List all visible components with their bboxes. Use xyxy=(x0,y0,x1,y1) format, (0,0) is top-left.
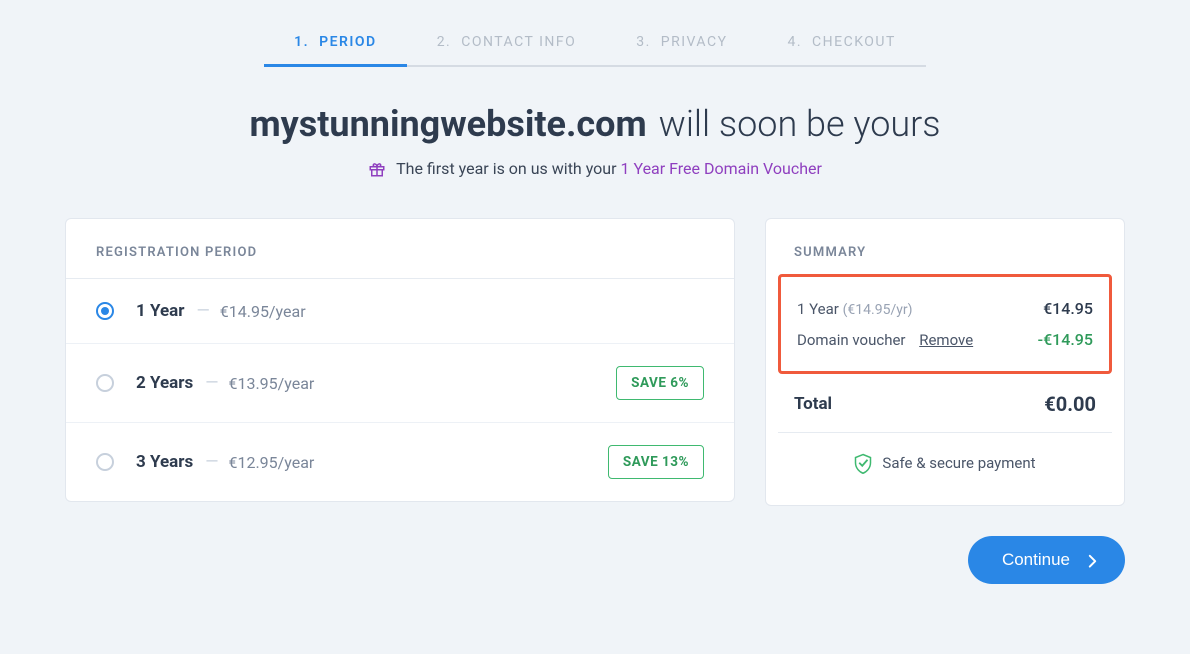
dash-icon: — xyxy=(205,373,218,393)
step-label: CONTACT INFO xyxy=(461,34,576,50)
step-period[interactable]: 1. PERIOD xyxy=(264,24,407,67)
summary-line-label: Domain voucher xyxy=(797,331,906,349)
period-label: 1 Year xyxy=(136,301,184,321)
step-num: 1. xyxy=(294,34,309,50)
registration-period-header: REGISTRATION PERIOD xyxy=(66,219,734,279)
step-label: CHECKOUT xyxy=(812,34,896,50)
step-num: 3. xyxy=(636,34,651,50)
remove-voucher-link[interactable]: Remove xyxy=(919,331,973,349)
step-label: PRIVACY xyxy=(661,34,728,50)
summary-line-label: 1 Year xyxy=(797,300,839,318)
step-contact-info[interactable]: 2. CONTACT INFO xyxy=(407,24,607,67)
summary-line-sub: (€14.95/yr) xyxy=(843,302,913,318)
voucher-link[interactable]: 1 Year Free Domain Voucher xyxy=(621,159,822,178)
radio-selected-icon xyxy=(96,302,114,320)
summary-highlight-box: 1 Year (€14.95/yr) €14.95 Domain voucher… xyxy=(778,274,1112,374)
summary-line-amount: €14.95 xyxy=(1043,299,1093,318)
continue-button[interactable]: Continue xyxy=(968,536,1125,584)
period-price: €14.95/year xyxy=(220,302,306,321)
period-option-3-years[interactable]: 3 Years — €12.95/year SAVE 13% xyxy=(66,423,734,501)
period-option-1-year[interactable]: 1 Year — €14.95/year xyxy=(66,279,734,344)
step-num: 4. xyxy=(788,34,803,50)
radio-unselected-icon xyxy=(96,453,114,471)
heading-suffix: will soon be yours xyxy=(659,103,941,145)
registration-period-title: REGISTRATION PERIOD xyxy=(96,245,704,260)
dash-icon: — xyxy=(196,301,209,321)
subheading: The first year is on us with your 1 Year… xyxy=(65,159,1125,178)
radio-unselected-icon xyxy=(96,374,114,392)
secure-payment-text: Safe & secure payment xyxy=(882,454,1035,472)
save-badge: SAVE 6% xyxy=(616,366,704,400)
summary-card: SUMMARY 1 Year (€14.95/yr) €14.95 xyxy=(765,218,1125,506)
save-badge: SAVE 13% xyxy=(608,445,704,479)
step-label: PERIOD xyxy=(319,34,377,50)
period-label: 2 Years xyxy=(136,373,193,393)
dash-icon: — xyxy=(205,452,218,472)
domain-name: mystunningwebsite.com xyxy=(249,103,646,145)
registration-period-card: REGISTRATION PERIOD 1 Year — €14.95/year… xyxy=(65,218,735,502)
secure-payment-row: Safe & secure payment xyxy=(778,453,1112,495)
chevron-right-icon xyxy=(1088,553,1097,567)
total-amount: €0.00 xyxy=(1044,392,1096,416)
step-num: 2. xyxy=(437,34,452,50)
page-heading: mystunningwebsite.com will soon be yours xyxy=(65,103,1125,145)
period-price: €12.95/year xyxy=(228,453,314,472)
period-label: 3 Years xyxy=(136,452,193,472)
summary-total-row: Total €0.00 xyxy=(778,388,1112,433)
subheading-prefix: The first year is on us with your xyxy=(396,159,616,178)
summary-title: SUMMARY xyxy=(794,245,1096,260)
step-privacy[interactable]: 3. PRIVACY xyxy=(606,24,757,67)
period-option-2-years[interactable]: 2 Years — €13.95/year SAVE 6% xyxy=(66,344,734,423)
shield-check-icon xyxy=(854,453,872,473)
step-checkout[interactable]: 4. CHECKOUT xyxy=(758,24,926,67)
summary-line-amount: -€14.95 xyxy=(1038,330,1093,349)
summary-line-item: 1 Year (€14.95/yr) €14.95 xyxy=(797,293,1093,324)
continue-label: Continue xyxy=(1002,550,1070,570)
checkout-stepper: 1. PERIOD 2. CONTACT INFO 3. PRIVACY 4. … xyxy=(65,24,1125,67)
summary-line-voucher: Domain voucher Remove -€14.95 xyxy=(797,324,1093,355)
gift-icon xyxy=(368,160,386,178)
total-label: Total xyxy=(794,394,832,414)
period-price: €13.95/year xyxy=(228,374,314,393)
